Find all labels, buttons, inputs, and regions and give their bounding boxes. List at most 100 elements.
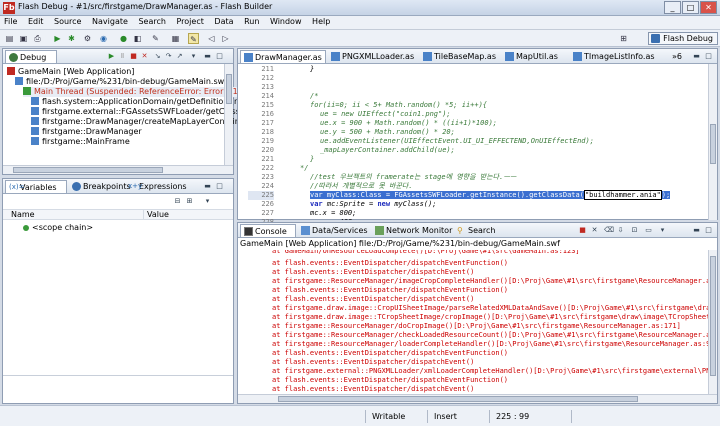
console-line[interactable]: at firstgame::ResourceManager/loaderComp…	[272, 340, 715, 349]
toggle-mark-icon[interactable]: ▦	[170, 33, 181, 44]
tab-debug[interactable]: Debug	[5, 50, 57, 63]
perspective-switcher[interactable]: Flash Debug	[648, 32, 718, 45]
print-icon[interactable]: ⎙	[32, 33, 43, 44]
terminate-console-icon[interactable]: ■	[578, 226, 587, 235]
display-console-icon[interactable]: ▭	[644, 226, 653, 235]
profile-icon[interactable]: ⚙	[82, 33, 93, 44]
variables-minimize-icon[interactable]: ▬	[203, 182, 212, 191]
menu-source[interactable]: Source	[50, 16, 85, 27]
close-button[interactable]: ✕	[700, 1, 717, 14]
tab-expressions[interactable]: x+y Expressions	[125, 180, 187, 193]
code-line-selected[interactable]: var myClass:Class = FGAssetsSWFLoader.ge…	[284, 190, 671, 200]
console-line[interactable]: at firstgame::ResourceManager/checkLoade…	[272, 331, 715, 340]
step-return-icon[interactable]: ↗	[175, 52, 184, 61]
list-item[interactable]: Main Thread (Suspended: ReferenceError: …	[23, 87, 253, 97]
code-line[interactable]: }	[284, 65, 314, 74]
maximize-view-icon[interactable]: □	[215, 52, 224, 61]
list-item[interactable]: firstgame::MainFrame	[31, 137, 130, 147]
code-line[interactable]: ue = new UIEffect("coin1.png");	[284, 110, 451, 119]
view-menu-icon[interactable]: ▾	[189, 52, 198, 61]
highlight-icon[interactable]: ✎	[188, 33, 199, 44]
console-line[interactable]: at firstgame.draw.image::TCropSheetImage…	[272, 313, 715, 322]
table-row[interactable]: <scope chain>	[23, 223, 93, 233]
new-file-icon[interactable]: ▤	[4, 33, 15, 44]
code-line[interactable]: }	[284, 155, 314, 164]
open-console-icon[interactable]: ▾	[658, 226, 667, 235]
suspend-icon[interactable]: Ⅱ	[118, 52, 127, 61]
console-line[interactable]: at flash.events::EventDispatcher/dispatc…	[272, 385, 474, 394]
variables-maximize-icon[interactable]: □	[215, 182, 224, 191]
console-line[interactable]: at firstgame.external::PNGXMLLoader/xmlL…	[272, 367, 715, 376]
new-project-icon[interactable]: ●	[118, 33, 129, 44]
collapse-all-icon[interactable]: ⊞	[185, 197, 194, 206]
menu-file[interactable]: File	[0, 16, 21, 27]
console-line[interactable]: at firstgame::ResourceManager/imageCropC…	[272, 277, 715, 286]
console-horizontal-scrollbar[interactable]	[238, 394, 717, 403]
console-line[interactable]: at flash.events::EventDispatcher/dispatc…	[272, 268, 474, 277]
code-line[interactable]: //test 우브젝트의 framerate는 stage에 영향을 받는다.ㅡ…	[284, 173, 516, 182]
list-item[interactable]: firstgame.external::FGAssetsSWFLoader/ge…	[31, 107, 246, 117]
menu-run[interactable]: Run	[240, 16, 263, 27]
col-name[interactable]: Name	[11, 210, 35, 220]
tab-maputil[interactable]: MapUtil.as	[502, 50, 568, 63]
minimize-view-icon[interactable]: ▬	[203, 52, 212, 61]
debug-icon[interactable]: ✱	[66, 33, 77, 44]
code-line[interactable]: ue.x = 900 + Math.random() * ((ii+1)*100…	[284, 119, 497, 128]
code-line[interactable]: mc.x = 800;	[284, 209, 356, 218]
list-item[interactable]: firstgame::DrawManager	[31, 127, 142, 137]
minimize-button[interactable]: _	[664, 1, 681, 14]
nav-back-icon[interactable]: ◁	[206, 33, 217, 44]
console-line[interactable]: at flash.events::EventDispatcher/dispatc…	[272, 295, 474, 304]
editor-maximize-icon[interactable]: □	[704, 52, 713, 61]
editor-minimize-icon[interactable]: ▬	[692, 52, 701, 61]
code-line[interactable]: ue.y = 500 + Math.random() * 20;	[284, 128, 455, 137]
clear-console-icon[interactable]: ⌫	[604, 226, 614, 235]
remove-launch-icon[interactable]: ✕	[590, 226, 599, 235]
step-over-icon[interactable]: ↷	[164, 52, 173, 61]
menu-navigate[interactable]: Navigate	[88, 16, 132, 27]
console-minimize-icon[interactable]: ▬	[692, 226, 701, 235]
external-tools-icon[interactable]: ◉	[98, 33, 109, 44]
console-line[interactable]: at GameMain/OnResourceLoadComplete()[D:\…	[272, 250, 580, 255]
tab-variables[interactable]: (x)= Variables	[5, 180, 67, 193]
maximize-button[interactable]: □	[682, 1, 699, 14]
run-icon[interactable]: ▶	[52, 33, 63, 44]
console-maximize-icon[interactable]: □	[704, 226, 713, 235]
list-item[interactable]: GameMain [Web Application]	[7, 67, 134, 77]
open-perspective-icon[interactable]: ⊞	[618, 33, 629, 44]
code-line[interactable]: for(ii=0; ii < 5+ Math.random() *5; ii++…	[284, 101, 487, 110]
tab-tilebasemap[interactable]: TileBaseMap.as	[420, 50, 500, 63]
console-line[interactable]: at firstgame::ResourceManager/doCropImag…	[272, 322, 681, 331]
debug-vertical-scrollbar[interactable]	[224, 64, 233, 165]
menu-project[interactable]: Project	[172, 16, 207, 27]
console-line[interactable]: at flash.events::EventDispatcher/dispatc…	[272, 286, 508, 295]
save-icon[interactable]: ▣	[18, 33, 29, 44]
tab-search[interactable]: ⚲ Search	[454, 224, 504, 237]
pin-console-icon[interactable]: ⊡	[630, 226, 639, 235]
col-value[interactable]: Value	[143, 210, 169, 220]
list-item[interactable]: flash.system::ApplicationDomain/getDefin…	[31, 97, 239, 107]
code-line[interactable]: */	[284, 164, 308, 173]
tab-overflow[interactable]: »6	[670, 50, 692, 63]
open-type-icon[interactable]: ◧	[132, 33, 143, 44]
tab-console[interactable]: Console	[240, 224, 296, 237]
code-line[interactable]: ue.addEventListener(UIEffectEvent.UI_UI_…	[284, 137, 594, 146]
console-line[interactable]: at flash.events::EventDispatcher/dispatc…	[272, 358, 474, 367]
tab-network-monitor[interactable]: Network Monitor	[372, 224, 452, 237]
tab-pngxmlloader[interactable]: PNGXMLLoader.as	[328, 50, 418, 63]
editor-vertical-scrollbar[interactable]	[708, 64, 717, 220]
debug-horizontal-scrollbar[interactable]	[3, 165, 233, 174]
menu-help[interactable]: Help	[308, 16, 334, 27]
console-line[interactable]: at firstgame.draw.image::CropUISheetImag…	[272, 304, 715, 313]
code-line[interactable]: var mc:Sprite = new myClass();	[284, 200, 436, 209]
menu-search[interactable]: Search	[134, 16, 169, 27]
terminate-icon[interactable]: ■	[129, 52, 138, 61]
tab-data-services[interactable]: Data/Services	[298, 224, 370, 237]
menu-data[interactable]: Data	[210, 16, 237, 27]
list-item[interactable]: firstgame::DrawManager/createMapLayerCon…	[31, 117, 240, 127]
console-line[interactable]: at flash.events::EventDispatcher/dispatc…	[272, 376, 508, 385]
tab-breakpoints[interactable]: Breakpoints	[69, 180, 131, 193]
nav-forward-icon[interactable]: ▷	[220, 33, 231, 44]
menu-window[interactable]: Window	[266, 16, 306, 27]
list-item[interactable]: file:/D:/Proj/Game/%231/bin-debug/GameMa…	[15, 77, 227, 87]
